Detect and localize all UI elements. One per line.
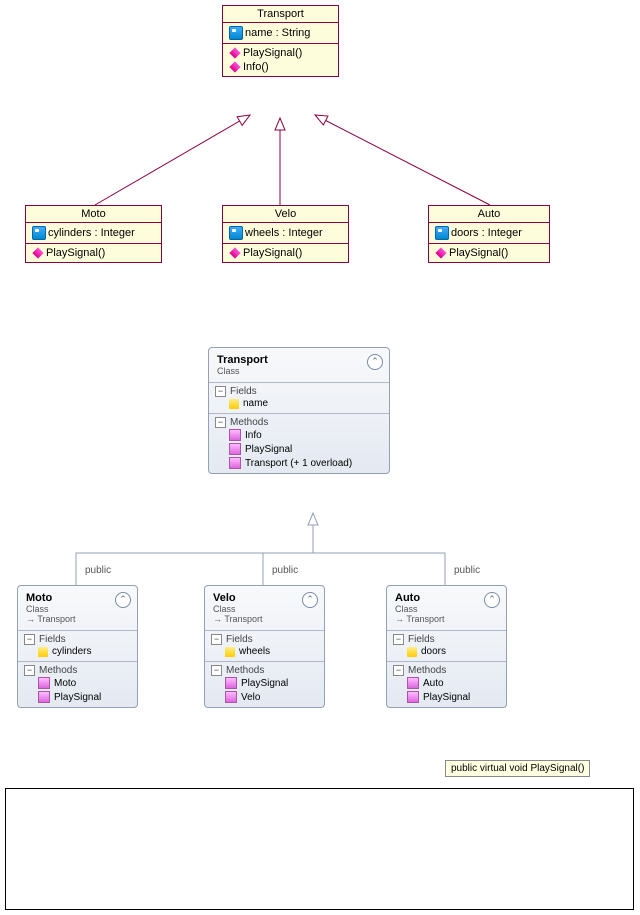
class-name: Velo [223, 206, 348, 223]
edge-label: public [272, 565, 298, 576]
inherit: Transport [224, 614, 262, 624]
method-icon [225, 691, 237, 703]
attr-icon [229, 26, 243, 40]
class-label: Class [217, 366, 381, 376]
method-icon [225, 677, 237, 689]
class-label: Class [26, 604, 129, 614]
field-icon [38, 647, 48, 657]
collapse-icon[interactable]: − [24, 634, 35, 645]
method: PlaySignal() [243, 47, 302, 59]
method-icon [407, 691, 419, 703]
class-name: Moto [26, 592, 129, 604]
section-header: Fields [39, 634, 66, 645]
edge-label: public [85, 565, 111, 576]
empty-box [5, 788, 634, 910]
field-icon [407, 647, 417, 657]
method: Auto [423, 678, 444, 689]
method: PlaySignal() [46, 247, 105, 259]
attr: name : String [245, 27, 310, 39]
collapse-icon[interactable]: − [215, 417, 226, 428]
method: Velo [241, 692, 260, 703]
attr-icon [32, 226, 46, 240]
method-icon [38, 691, 50, 703]
method: PlaySignal [245, 444, 292, 455]
chevron-icon[interactable]: ⌃ [367, 354, 383, 370]
method: PlaySignal() [243, 247, 302, 259]
chevron-icon[interactable]: ⌃ [484, 592, 500, 608]
collapse-icon[interactable]: − [393, 634, 404, 645]
section-header: Fields [408, 634, 435, 645]
uml-moto: Moto cylinders : Integer PlaySignal() [25, 205, 162, 263]
method: PlaySignal [423, 692, 470, 703]
attr: doors : Integer [451, 227, 522, 239]
method-icon [229, 61, 240, 72]
method-icon [229, 443, 241, 455]
edge-label: public [454, 565, 480, 576]
attr: cylinders : Integer [48, 227, 135, 239]
collapse-icon[interactable]: − [215, 386, 226, 397]
method: PlaySignal [241, 678, 288, 689]
inherit: Transport [37, 614, 75, 624]
field: wheels [239, 646, 270, 657]
method: Info [245, 430, 262, 441]
vs-moto[interactable]: MotoClass→ Transport⌃ −Fieldscylinders −… [17, 585, 138, 708]
section-header: Methods [408, 665, 446, 676]
method-icon [435, 247, 446, 258]
uml-auto: Auto doors : Integer PlaySignal() [428, 205, 550, 263]
tooltip: public virtual void PlaySignal() [445, 760, 590, 777]
collapse-icon[interactable]: − [211, 634, 222, 645]
section-header: Fields [230, 386, 257, 397]
method: PlaySignal() [449, 247, 508, 259]
class-name: Velo [213, 592, 316, 604]
field: name [243, 398, 268, 409]
attr-icon [435, 226, 449, 240]
inherit: Transport [406, 614, 444, 624]
chevron-icon[interactable]: ⌃ [115, 592, 131, 608]
vs-auto[interactable]: AutoClass→ Transport⌃ −Fieldsdoors −Meth… [386, 585, 507, 708]
method: Moto [54, 678, 76, 689]
attr: wheels : Integer [245, 227, 323, 239]
class-name: Transport [223, 6, 338, 23]
vs-transport[interactable]: TransportClass⌃ −Fieldsname −MethodsInfo… [208, 347, 390, 474]
class-label: Class [213, 604, 316, 614]
method-icon [229, 247, 240, 258]
collapse-icon[interactable]: − [211, 665, 222, 676]
field-icon [225, 647, 235, 657]
collapse-icon[interactable]: − [24, 665, 35, 676]
class-name: Moto [26, 206, 161, 223]
class-name: Auto [395, 592, 498, 604]
class-label: Class [395, 604, 498, 614]
method: PlaySignal [54, 692, 101, 703]
field-icon [229, 399, 239, 409]
method: Info() [243, 61, 269, 73]
field: cylinders [52, 646, 91, 657]
vs-velo[interactable]: VeloClass→ Transport⌃ −Fieldswheels −Met… [204, 585, 325, 708]
class-name: Auto [429, 206, 549, 223]
method: Transport (+ 1 overload) [245, 458, 352, 469]
collapse-icon[interactable]: − [393, 665, 404, 676]
method-icon [229, 457, 241, 469]
method-icon [38, 677, 50, 689]
section-header: Methods [39, 665, 77, 676]
section-header: Methods [226, 665, 264, 676]
uml-transport: Transport name : String PlaySignal() Info… [222, 5, 339, 77]
method-icon [229, 429, 241, 441]
chevron-icon[interactable]: ⌃ [302, 592, 318, 608]
section-header: Fields [226, 634, 253, 645]
attr-icon [229, 226, 243, 240]
method-icon [407, 677, 419, 689]
section-header: Methods [230, 417, 268, 428]
class-name: Transport [217, 354, 381, 366]
method-icon [32, 247, 43, 258]
method-icon [229, 47, 240, 58]
uml-velo: Velo wheels : Integer PlaySignal() [222, 205, 349, 263]
field: doors [421, 646, 446, 657]
